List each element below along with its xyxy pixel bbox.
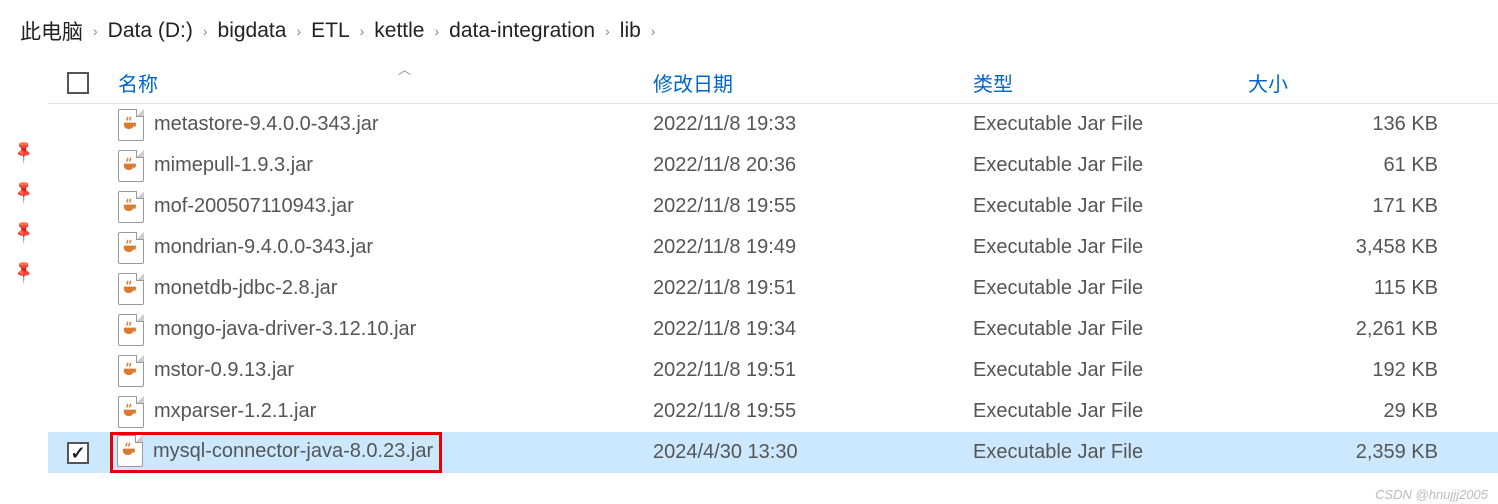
table-row[interactable]: monetdb-jdbc-2.8.jar 2022/11/8 19:51Execu… (48, 268, 1498, 309)
file-size: 29 KB (1248, 400, 1498, 423)
jar-file-icon (118, 232, 144, 264)
file-type: Executable Jar File (973, 195, 1248, 218)
file-size: 136 KB (1248, 113, 1498, 136)
table-row[interactable]: mondrian-9.4.0.0-343.jar 2022/11/8 19:49E… (48, 227, 1498, 268)
chevron-right-icon: › (605, 23, 610, 39)
file-date: 2022/11/8 19:34 (653, 318, 973, 341)
chevron-right-icon: › (203, 23, 208, 39)
file-type: Executable Jar File (973, 277, 1248, 300)
column-header-date[interactable]: 修改日期 (653, 68, 973, 97)
file-date: 2022/11/8 19:51 (653, 277, 973, 300)
file-name: mimepull-1.9.3.jar (154, 154, 313, 177)
file-date: 2022/11/8 19:33 (653, 113, 973, 136)
file-size: 171 KB (1248, 195, 1498, 218)
file-type: Executable Jar File (973, 359, 1248, 382)
jar-file-icon (118, 314, 144, 346)
chevron-right-icon: › (435, 23, 440, 39)
file-list: metastore-9.4.0.0-343.jar 2022/11/8 19:33… (48, 104, 1498, 473)
table-row[interactable]: mxparser-1.2.1.jar 2022/11/8 19:55Executa… (48, 391, 1498, 432)
breadcrumb-segment[interactable]: 此电脑 (20, 16, 83, 46)
jar-file-icon (117, 435, 143, 467)
file-name: mof-200507110943.jar (154, 195, 354, 218)
pin-icon[interactable]: 📌 (10, 138, 38, 166)
column-header-name[interactable]: 名称 (108, 68, 653, 97)
pin-icon[interactable]: 📌 (10, 178, 38, 206)
breadcrumb-segment[interactable]: lib (620, 19, 641, 43)
file-date: 2024/4/30 13:30 (653, 441, 973, 464)
pin-icon[interactable]: 📌 (10, 218, 38, 246)
file-name: mongo-java-driver-3.12.10.jar (154, 318, 416, 341)
jar-file-icon (118, 273, 144, 305)
pin-icon[interactable]: 📌 (10, 258, 38, 286)
file-date: 2022/11/8 19:55 (653, 195, 973, 218)
table-row[interactable]: mimepull-1.9.3.jar 2022/11/8 20:36Executa… (48, 145, 1498, 186)
chevron-right-icon: › (360, 23, 365, 39)
select-all-checkbox[interactable] (67, 72, 89, 94)
watermark: CSDN @hnujjj2005 (1375, 487, 1488, 502)
file-type: Executable Jar File (973, 318, 1248, 341)
file-name: monetdb-jdbc-2.8.jar (154, 277, 337, 300)
file-size: 192 KB (1248, 359, 1498, 382)
file-type: Executable Jar File (973, 154, 1248, 177)
file-date: 2022/11/8 19:49 (653, 236, 973, 259)
table-row[interactable]: mysql-connector-java-8.0.23.jar 2024/4/30… (48, 432, 1498, 473)
file-size: 2,261 KB (1248, 318, 1498, 341)
breadcrumb-segment[interactable]: Data (D:) (108, 19, 193, 43)
file-size: 3,458 KB (1248, 236, 1498, 259)
breadcrumb[interactable]: 此电脑 › Data (D:) › bigdata › ETL › kettle › data-in… (0, 0, 1498, 62)
file-size: 115 KB (1248, 277, 1498, 300)
file-type: Executable Jar File (973, 236, 1248, 259)
file-date: 2022/11/8 19:51 (653, 359, 973, 382)
breadcrumb-segment[interactable]: ETL (311, 19, 350, 43)
file-type: Executable Jar File (973, 441, 1248, 464)
chevron-right-icon: › (93, 23, 98, 39)
table-row[interactable]: metastore-9.4.0.0-343.jar 2022/11/8 19:33… (48, 104, 1498, 145)
chevron-right-icon: › (296, 23, 301, 39)
file-name: mondrian-9.4.0.0-343.jar (154, 236, 373, 259)
jar-file-icon (118, 109, 144, 141)
file-type: Executable Jar File (973, 400, 1248, 423)
table-row[interactable]: mongo-java-driver-3.12.10.jar 2022/11/8 1… (48, 309, 1498, 350)
jar-file-icon (118, 150, 144, 182)
jar-file-icon (118, 355, 144, 387)
file-date: 2022/11/8 20:36 (653, 154, 973, 177)
table-row[interactable]: mof-200507110943.jar 2022/11/8 19:55Execu… (48, 186, 1498, 227)
file-name: mysql-connector-java-8.0.23.jar (153, 440, 433, 463)
file-name: metastore-9.4.0.0-343.jar (154, 113, 379, 136)
file-size: 61 KB (1248, 154, 1498, 177)
chevron-right-icon: › (651, 23, 656, 39)
quick-access-pins: 📌 📌 📌 📌 (0, 62, 48, 473)
breadcrumb-segment[interactable]: bigdata (218, 19, 287, 43)
column-headers: ︿ 名称 修改日期 类型 大小 (48, 62, 1498, 104)
breadcrumb-segment[interactable]: kettle (374, 19, 424, 43)
column-header-size[interactable]: 大小 (1248, 68, 1498, 97)
row-checkbox[interactable] (67, 442, 89, 464)
file-size: 2,359 KB (1248, 441, 1498, 464)
table-row[interactable]: mstor-0.9.13.jar 2022/11/8 19:51Executabl… (48, 350, 1498, 391)
file-type: Executable Jar File (973, 113, 1248, 136)
file-date: 2022/11/8 19:55 (653, 400, 973, 423)
column-header-type[interactable]: 类型 (973, 68, 1248, 97)
file-name: mstor-0.9.13.jar (154, 359, 294, 382)
highlight-annotation: mysql-connector-java-8.0.23.jar (110, 432, 442, 473)
file-name: mxparser-1.2.1.jar (154, 400, 316, 423)
breadcrumb-segment[interactable]: data-integration (449, 19, 595, 43)
sort-indicator-icon: ︿ (398, 59, 411, 78)
jar-file-icon (118, 396, 144, 428)
jar-file-icon (118, 191, 144, 223)
